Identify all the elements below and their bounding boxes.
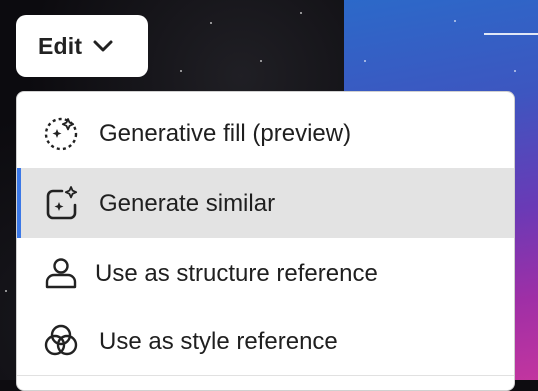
edit-button[interactable]: Edit xyxy=(16,15,148,77)
light-streak xyxy=(484,33,538,35)
star-dot xyxy=(210,22,212,24)
generate-similar-icon xyxy=(46,186,78,220)
star-dot xyxy=(364,60,366,62)
star-dot xyxy=(514,70,516,72)
star-dot xyxy=(300,12,302,14)
star-dot xyxy=(180,70,182,72)
menu-item-generate-similar[interactable]: Generate similar xyxy=(17,168,514,238)
star-dot xyxy=(454,20,456,22)
menu-item-label: Use as structure reference xyxy=(95,260,378,287)
menu-item-label: Use as style reference xyxy=(99,328,338,355)
structure-reference-icon xyxy=(45,258,77,289)
style-reference-icon xyxy=(44,324,78,356)
star-dot xyxy=(5,290,7,292)
star-dot xyxy=(260,60,262,62)
menu-item-structure-reference[interactable]: Use as structure reference xyxy=(17,238,514,308)
menu-item-generative-fill[interactable]: Generative fill (preview) xyxy=(17,98,514,168)
selection-indicator xyxy=(17,168,21,238)
menu-item-label: Generate similar xyxy=(99,190,276,217)
edit-button-label: Edit xyxy=(38,32,83,59)
edit-dropdown-menu: Generative fill (preview) Generate simil… xyxy=(16,91,515,391)
menu-item-label: Generative fill (preview) xyxy=(99,120,352,147)
menu-item-style-reference[interactable]: Use as style reference xyxy=(17,306,514,376)
generative-fill-icon xyxy=(44,117,78,151)
chevron-down-icon xyxy=(93,40,113,52)
menu-divider xyxy=(17,375,514,376)
